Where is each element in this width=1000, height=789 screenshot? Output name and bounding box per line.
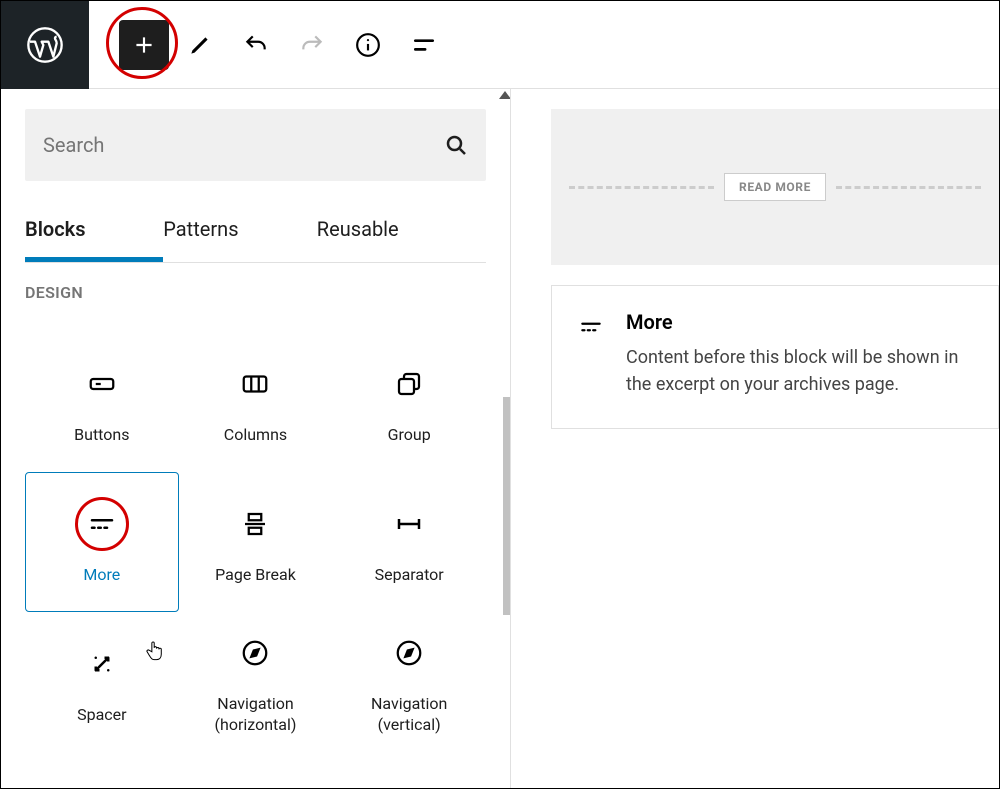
dash-left [569, 186, 714, 189]
block-label: Columns [224, 425, 287, 446]
tab-blocks[interactable]: Blocks [25, 201, 163, 262]
plus-icon [131, 32, 157, 58]
search-icon [444, 133, 468, 157]
wordpress-icon [25, 25, 65, 65]
block-inserter: Blocks Patterns Reusable DESIGN Buttons … [1, 89, 511, 788]
undo-icon [243, 32, 269, 58]
outline-icon [411, 32, 437, 58]
block-more[interactable]: More [25, 472, 179, 612]
block-description-card: More Content before this block will be s… [551, 285, 999, 429]
details-button[interactable] [343, 20, 393, 70]
block-label: Navigation (vertical) [341, 694, 477, 736]
dash-right [836, 186, 981, 189]
block-nav-vertical[interactable]: Navigation (vertical) [332, 612, 486, 752]
outline-button[interactable] [399, 20, 449, 70]
block-group[interactable]: Group [332, 332, 486, 472]
group-icon [394, 369, 424, 399]
edit-button[interactable] [175, 20, 225, 70]
tab-reusable[interactable]: Reusable [317, 201, 471, 262]
info-icon [355, 32, 381, 58]
block-label: More [83, 565, 120, 586]
block-description-text: Content before this block will be shown … [626, 344, 972, 398]
redo-button[interactable] [287, 20, 337, 70]
block-preview: READ MORE [551, 109, 999, 265]
compass-icon [394, 638, 424, 668]
inserter-tabs: Blocks Patterns Reusable [25, 201, 486, 263]
scrollbar-thumb[interactable] [503, 397, 511, 615]
editor-toolbar [1, 1, 999, 89]
search-input[interactable] [43, 133, 444, 157]
separator-icon [394, 509, 424, 539]
block-columns[interactable]: Columns [179, 332, 333, 472]
undo-button[interactable] [231, 20, 281, 70]
wordpress-logo[interactable] [1, 1, 89, 89]
block-label: Group [388, 425, 431, 446]
readmore-separator: READ MORE [569, 173, 981, 201]
block-label: Separator [375, 565, 444, 586]
block-grid: Buttons Columns Group More Page Break [25, 332, 486, 752]
editor-body: Blocks Patterns Reusable DESIGN Buttons … [1, 89, 999, 788]
page-break-icon [240, 509, 270, 539]
block-label: Page Break [215, 565, 296, 586]
columns-icon [240, 369, 270, 399]
search-field-wrap [25, 109, 486, 181]
block-buttons[interactable]: Buttons [25, 332, 179, 472]
scroll-up-arrow[interactable] [499, 91, 511, 99]
tab-patterns[interactable]: Patterns [163, 201, 317, 262]
block-label: Spacer [77, 705, 126, 726]
compass-icon [240, 638, 270, 668]
block-nav-horizontal[interactable]: Navigation (horizontal) [179, 612, 333, 752]
block-description-title: More [626, 310, 972, 334]
block-spacer[interactable]: Spacer [25, 612, 179, 752]
category-heading: DESIGN [25, 283, 486, 302]
block-label: Navigation (horizontal) [188, 694, 324, 736]
block-page-break[interactable]: Page Break [179, 472, 333, 612]
block-separator[interactable]: Separator [332, 472, 486, 612]
readmore-badge: READ MORE [724, 173, 826, 201]
pencil-icon [187, 32, 213, 58]
add-block-button[interactable] [119, 20, 169, 70]
spacer-icon [87, 649, 117, 679]
redo-icon [299, 32, 325, 58]
editor-canvas: READ MORE More Content before this block… [511, 89, 999, 788]
block-label: Buttons [74, 425, 129, 446]
buttons-icon [87, 369, 117, 399]
more-icon [87, 509, 117, 539]
more-icon [578, 310, 604, 398]
